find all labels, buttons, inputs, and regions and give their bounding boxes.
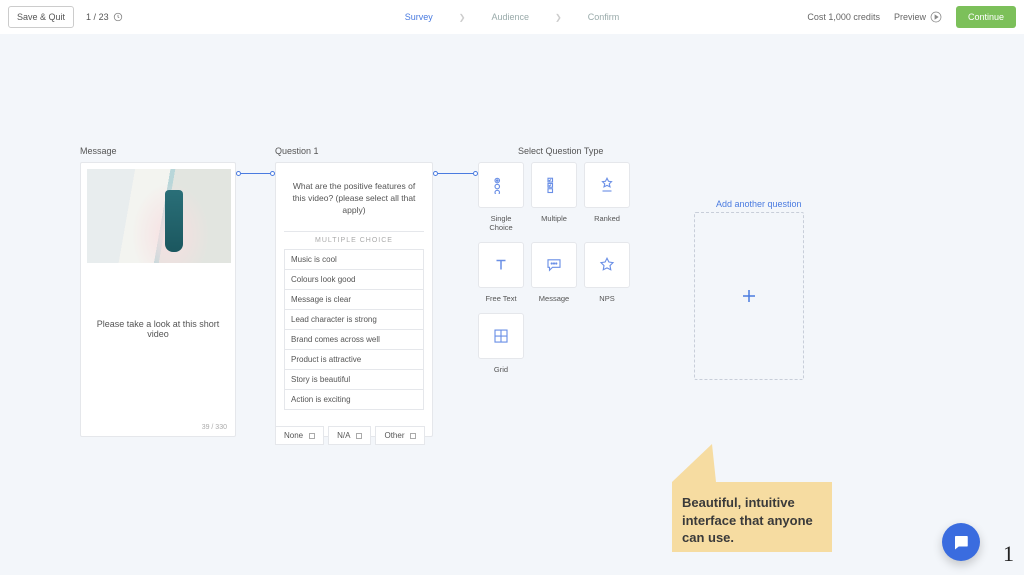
option-list: Music is cool Colours look good Message … [284, 250, 424, 410]
preview-label: Preview [894, 12, 926, 22]
option-item[interactable]: Action is exciting [284, 390, 424, 410]
types-column-label: Select Question Type [518, 146, 603, 156]
type-single-choice[interactable] [478, 162, 524, 208]
type-free-text[interactable] [478, 242, 524, 288]
clock-icon [113, 12, 123, 23]
chevron-right-icon: ❯ [555, 13, 562, 22]
intercom-icon [952, 533, 970, 551]
marketing-callout: Beautiful, intuitive interface that anyo… [672, 482, 832, 552]
option-item[interactable]: Product is attractive [284, 350, 424, 370]
credit-cost: Cost 1,000 credits [807, 12, 880, 22]
builder-canvas: Message Question 1 Select Question Type … [0, 34, 1024, 575]
step-confirm[interactable]: Confirm [588, 12, 620, 22]
step-audience[interactable]: Audience [491, 12, 529, 22]
option-item[interactable]: Brand comes across well [284, 330, 424, 350]
message-column-label: Message [80, 146, 117, 156]
question-type-label: MULTIPLE CHOICE [284, 231, 424, 250]
type-ranked[interactable] [584, 162, 630, 208]
connector-line [236, 169, 275, 177]
text-icon [492, 256, 510, 274]
question-counter: 1 / 23 [86, 12, 123, 23]
question-type-panel: Single Choice Multiple Ranked Free Text … [478, 162, 630, 380]
option-item[interactable]: Lead character is strong [284, 310, 424, 330]
option-item[interactable]: Story is beautiful [284, 370, 424, 390]
save-quit-button[interactable]: Save & Quit [8, 6, 74, 28]
checkbox-icon [356, 433, 362, 439]
type-label: NPS [584, 294, 630, 303]
question-prompt: What are the positive features of this v… [276, 163, 432, 227]
continue-button[interactable]: Continue [956, 6, 1016, 28]
grid-icon [492, 327, 510, 345]
option-na[interactable]: N/A [328, 426, 371, 445]
type-nps[interactable] [584, 242, 630, 288]
char-counter: 39 / 330 [202, 424, 227, 431]
option-item[interactable]: Colours look good [284, 270, 424, 290]
video-thumbnail[interactable] [87, 169, 231, 263]
page-number: 1 [1003, 541, 1014, 567]
message-card[interactable]: Please take a look at this short video 3… [80, 162, 236, 437]
counter-total: 23 [99, 12, 109, 22]
counter-slash: / [91, 12, 99, 22]
option-item[interactable]: Message is clear [284, 290, 424, 310]
type-label: Free Text [478, 294, 524, 303]
radio-list-icon [492, 176, 510, 194]
option-item[interactable]: Music is cool [284, 250, 424, 270]
type-label: Ranked [584, 214, 630, 232]
add-question-placeholder[interactable] [694, 212, 804, 380]
checkbox-icon [309, 433, 315, 439]
checklist-icon [545, 176, 563, 194]
plus-icon [740, 287, 758, 305]
connector-line [433, 169, 478, 177]
add-question-link[interactable]: Add another question [716, 199, 802, 209]
type-grid[interactable] [478, 313, 524, 359]
chat-bubble-icon [545, 256, 563, 274]
play-circle-icon [930, 11, 942, 23]
special-option-row: None N/A Other [275, 426, 425, 445]
type-label: Grid [478, 365, 524, 374]
type-label: Single Choice [478, 214, 524, 232]
preview-button[interactable]: Preview [894, 11, 942, 23]
ranked-icon [598, 176, 616, 194]
question-card[interactable]: What are the positive features of this v… [275, 162, 433, 437]
header-right: Cost 1,000 credits Preview Continue [807, 6, 1016, 28]
header-bar: Save & Quit 1 / 23 Survey ❯ Audience ❯ C… [0, 0, 1024, 34]
option-other[interactable]: Other [375, 426, 425, 445]
wizard-steps: Survey ❯ Audience ❯ Confirm [405, 12, 619, 22]
step-survey[interactable]: Survey [405, 12, 433, 22]
type-message[interactable] [531, 242, 577, 288]
star-icon [598, 256, 616, 274]
chevron-right-icon: ❯ [459, 13, 466, 22]
question-column-label: Question 1 [275, 146, 319, 156]
type-label: Message [531, 294, 577, 303]
type-multiple[interactable] [531, 162, 577, 208]
checkbox-icon [410, 433, 416, 439]
message-body: Please take a look at this short video [81, 319, 235, 339]
type-label: Multiple [531, 214, 577, 232]
chat-launcher-button[interactable] [942, 523, 980, 561]
option-none[interactable]: None [275, 426, 324, 445]
